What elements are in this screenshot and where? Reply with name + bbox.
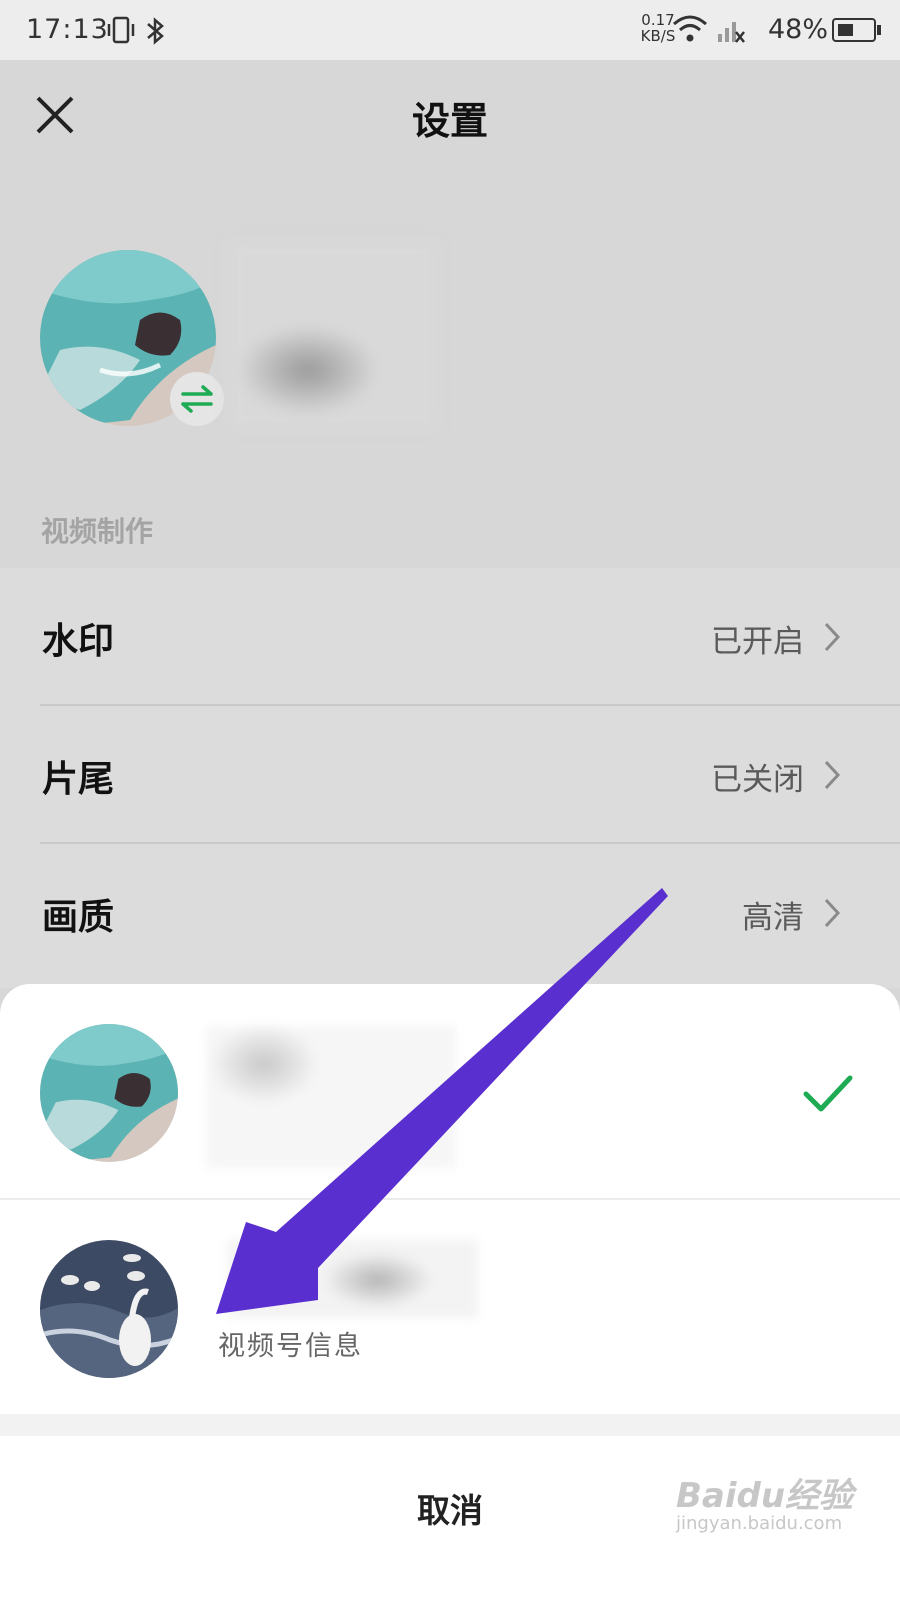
row-value: 已关闭 (711, 762, 804, 798)
avatar (40, 1240, 178, 1378)
row-label: 画质 (42, 896, 115, 938)
signal-icon (718, 22, 745, 43)
account-option-channels[interactable]: 视频号信息 (0, 1200, 900, 1414)
row-value: 已开启 (711, 624, 804, 660)
status-bar: 17:13 0.17 KB/S 48% (0, 0, 900, 60)
battery-icon (832, 18, 876, 42)
account-subtitle: 视频号信息 (218, 1331, 363, 1362)
settings-list: 水印 已开启 片尾 已关闭 画质 高清 (0, 568, 900, 988)
row-label: 片尾 (42, 758, 115, 800)
ending-setting-row[interactable]: 片尾 已关闭 (0, 706, 900, 843)
status-time: 17:13 (26, 14, 109, 45)
blurred-account-name (228, 1240, 478, 1318)
chevron-right-icon (824, 898, 841, 928)
row-label: 水印 (42, 620, 115, 662)
quality-setting-row[interactable]: 画质 高清 (0, 844, 900, 981)
blurred-account-name (206, 1026, 456, 1168)
switch-account-button[interactable] (170, 372, 224, 426)
battery-percent: 48% (768, 14, 829, 45)
watermark-logo: Baidu经验 jingyan.baidu.com (676, 1476, 854, 1534)
bluetooth-icon (147, 17, 164, 45)
checkmark-icon (803, 1075, 853, 1112)
row-value: 高清 (742, 900, 804, 936)
wifi-icon (673, 15, 707, 42)
sheet-gap (0, 1414, 900, 1436)
chevron-right-icon (824, 760, 841, 790)
vibrate-icon (107, 16, 135, 44)
swap-arrows-icon (181, 385, 213, 413)
chevron-right-icon (824, 622, 841, 652)
battery-cap (877, 25, 881, 35)
blurred-account-name (228, 240, 438, 430)
watermark-setting-row[interactable]: 水印 已开启 (0, 568, 900, 705)
avatar (40, 1024, 178, 1162)
section-title: 视频制作 (41, 515, 154, 548)
page-title: 设置 (411, 98, 488, 143)
account-option-current[interactable] (0, 984, 900, 1198)
